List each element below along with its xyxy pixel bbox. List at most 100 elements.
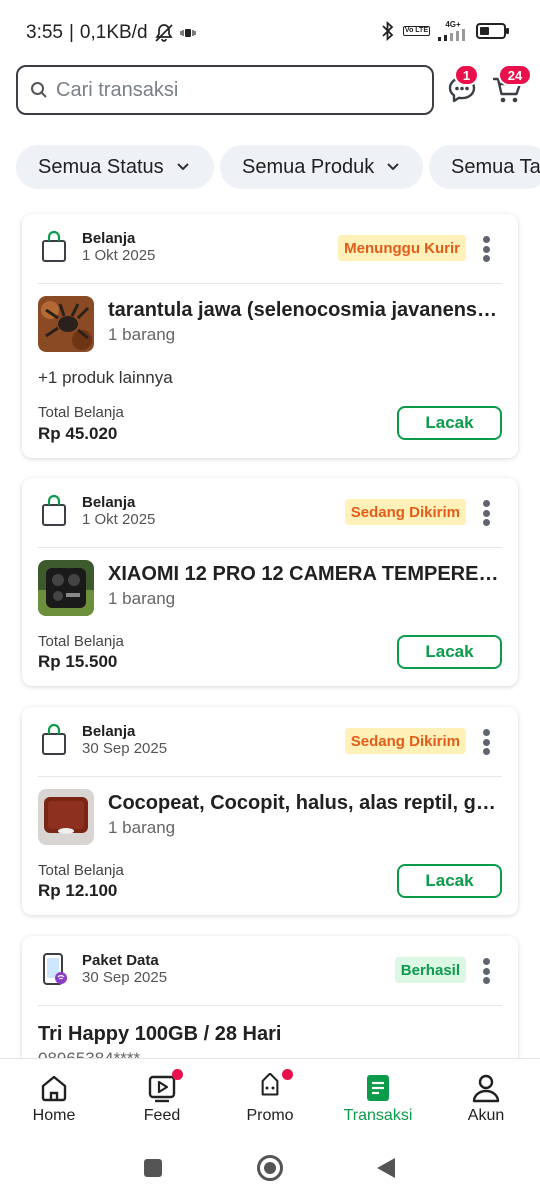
product-row[interactable]: XIAOMI 12 PRO 12 CAMERA TEMPERED GLASS 1…: [38, 560, 500, 616]
transaction-date: 30 Sep 2025: [82, 740, 168, 757]
chevron-down-icon: [387, 163, 400, 171]
more-options-icon[interactable]: [474, 728, 498, 756]
search-placeholder: Cari transaksi: [56, 78, 179, 101]
more-options-icon[interactable]: [474, 957, 498, 985]
card-header: Belanja 1 Okt 2025 Menunggu Kurir: [38, 214, 502, 284]
filter-product[interactable]: Semua Produk: [220, 145, 423, 189]
chevron-down-icon: [176, 163, 189, 171]
clock: 3:55: [26, 22, 63, 43]
transaction-card[interactable]: Paket Data 30 Sep 2025 Berhasil Tri Happ…: [22, 936, 518, 1058]
product-qty: 1 barang: [108, 818, 176, 837]
bell-muted-icon: [154, 24, 173, 42]
product-image: [38, 560, 94, 616]
promo-tag-icon: [261, 1073, 279, 1096]
shopping-bag-icon: [42, 494, 66, 526]
transaction-list[interactable]: Belanja 1 Okt 2025 Menunggu Kurir tarant…: [0, 200, 540, 1058]
nav-promo[interactable]: Promo: [216, 1059, 324, 1140]
status-badge: Berhasil: [394, 957, 466, 983]
search-icon: [31, 82, 47, 98]
transaction-type: Belanja: [82, 723, 136, 740]
volte-icon: Vo LTE: [402, 25, 430, 36]
notification-dot: [282, 1069, 293, 1080]
receipt-icon: [367, 1075, 389, 1101]
total-label: Total Belanja: [38, 404, 124, 421]
bottom-nav: Home Feed Promo Transaksi Akun: [0, 1058, 540, 1140]
more-products-text: +1 produk lainnya: [38, 368, 173, 387]
total-value: Rp 45.020: [38, 424, 118, 443]
network-type: 4G+: [445, 20, 461, 29]
cart-badge: 24: [498, 64, 532, 86]
filter-product-label: Semua Produk: [242, 155, 375, 178]
total-value: Rp 12.100: [38, 881, 118, 900]
status-bar: 3:55 | 0,1KB/d Vo LTE 4G+: [0, 0, 540, 66]
filter-date-label: Semua Ta: [451, 155, 540, 178]
recent-apps-icon[interactable]: [143, 1158, 163, 1178]
product-image: [38, 296, 94, 352]
card-header: Belanja 1 Okt 2025 Sedang Dikirim: [38, 478, 502, 548]
total-label: Total Belanja: [38, 862, 124, 879]
nav-transaksi-label: Transaksi: [343, 1107, 413, 1124]
status-badge: Sedang Dikirim: [344, 499, 466, 525]
product-row[interactable]: tarantula jawa (selenocosmia javanensis)…: [38, 296, 500, 352]
track-button[interactable]: Lacak: [397, 406, 502, 440]
transaction-type: Belanja: [82, 230, 136, 247]
product-image: [38, 789, 94, 845]
transaction-card[interactable]: Belanja 1 Okt 2025 Menunggu Kurir tarant…: [22, 214, 518, 458]
back-icon[interactable]: [375, 1156, 397, 1180]
product-name: XIAOMI 12 PRO 12 CAMERA TEMPERED GLASS: [108, 563, 500, 585]
notification-dot: [172, 1069, 183, 1080]
filter-chips: Semua Status Semua Produk Semua Ta: [16, 145, 540, 189]
product-name: Tri Happy 100GB / 28 Hari: [38, 1023, 282, 1045]
shopping-bag-icon: [42, 723, 66, 755]
transaction-card[interactable]: Belanja 1 Okt 2025 Sedang Dikirim XIAOMI…: [22, 478, 518, 686]
filter-status-label: Semua Status: [38, 155, 164, 178]
transaction-date: 30 Sep 2025: [82, 969, 168, 986]
mobile-data-icon: [43, 953, 67, 985]
battery-icon: [476, 22, 509, 39]
bluetooth-icon: [382, 20, 394, 41]
product-name: tarantula jawa (selenocosmia javanensis): [108, 299, 500, 321]
nav-home-label: Home: [32, 1107, 76, 1124]
total-value: Rp 15.500: [38, 652, 118, 671]
home-icon: [41, 1075, 67, 1102]
product-row[interactable]: Cocopeat, Cocopit, halus, alas reptil, g…: [38, 789, 500, 845]
signal-icon: [438, 29, 465, 41]
nav-feed[interactable]: Feed: [108, 1059, 216, 1140]
nav-home[interactable]: Home: [0, 1059, 108, 1140]
account-icon: [472, 1074, 500, 1103]
shopping-bag-icon: [42, 230, 66, 262]
cart-button[interactable]: 24: [492, 64, 532, 106]
transaction-type: Paket Data: [82, 952, 159, 969]
transaction-type: Belanja: [82, 494, 136, 511]
home-circle-icon[interactable]: [256, 1154, 284, 1182]
total-label: Total Belanja: [38, 633, 124, 650]
filter-date[interactable]: Semua Ta: [429, 145, 540, 189]
transaction-date: 1 Okt 2025: [82, 247, 156, 264]
track-button[interactable]: Lacak: [397, 635, 502, 669]
product-name: Cocopeat, Cocopit, halus, alas reptil, g…: [108, 792, 500, 814]
nav-transaksi[interactable]: Transaksi: [324, 1059, 432, 1140]
nav-akun-label: Akun: [467, 1107, 505, 1124]
system-nav-bar: [0, 1140, 540, 1200]
card-header: Belanja 30 Sep 2025 Sedang Dikirim: [38, 707, 502, 777]
nav-promo-label: Promo: [246, 1107, 294, 1124]
product-row[interactable]: Tri Happy 100GB / 28 Hari 08965384****: [38, 1020, 478, 1058]
nav-akun[interactable]: Akun: [432, 1059, 540, 1140]
transaction-date: 1 Okt 2025: [82, 511, 156, 528]
product-qty: 1 barang: [108, 589, 176, 608]
search-input[interactable]: Cari transaksi: [16, 65, 434, 115]
product-qty: 1 barang: [108, 325, 176, 344]
status-badge: Sedang Dikirim: [344, 728, 466, 754]
more-options-icon[interactable]: [474, 235, 498, 263]
track-button[interactable]: Lacak: [397, 864, 502, 898]
vibrate-icon: [179, 29, 196, 37]
card-header: Paket Data 30 Sep 2025 Berhasil: [38, 936, 502, 1006]
more-options-icon[interactable]: [474, 499, 498, 527]
phone-number: 08965384****: [38, 1049, 478, 1058]
chat-badge: 1: [454, 64, 479, 86]
chat-button[interactable]: 1: [446, 64, 479, 106]
filter-status[interactable]: Semua Status: [16, 145, 214, 189]
status-badge: Menunggu Kurir: [338, 235, 466, 261]
transaction-card[interactable]: Belanja 30 Sep 2025 Sedang Dikirim Cocop…: [22, 707, 518, 915]
network-speed: 0,1KB/d: [79, 22, 148, 43]
